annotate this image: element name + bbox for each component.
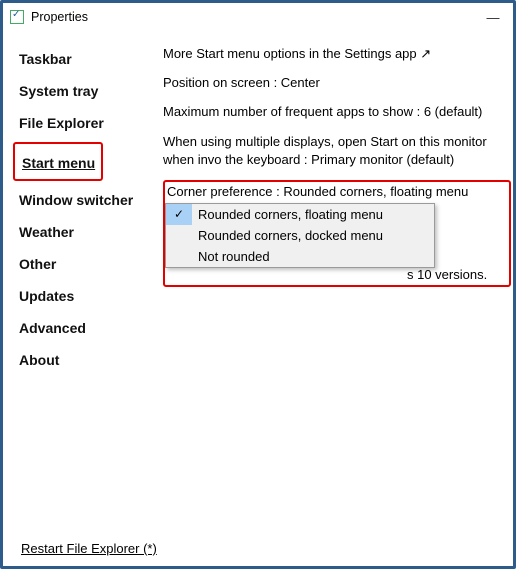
footer: Restart File Explorer (*) [21,541,157,556]
sidebar-item-window-switcher[interactable]: Window switcher [13,184,137,216]
sidebar-item-system-tray[interactable]: System tray [13,75,102,107]
window-controls: — [479,7,507,27]
minimize-button[interactable]: — [479,7,507,27]
dropdown-item-floating[interactable]: ✓ Rounded corners, floating menu [166,204,434,225]
highlight-box-sidebar: Start menu [13,142,103,181]
sidebar-item-about[interactable]: About [13,344,63,376]
sidebar-item-other[interactable]: Other [13,248,60,280]
option-label: More Start menu options in the Settings … [163,46,417,61]
dropdown-label: Rounded corners, floating menu [192,207,383,222]
title-bar: Properties — [3,3,513,31]
sidebar-item-updates[interactable]: Updates [13,280,78,312]
sidebar-item-taskbar[interactable]: Taskbar [13,43,76,75]
check-column: ✓ [166,204,192,225]
obscured-text: s 10 versions. [165,267,509,282]
dropdown-item-not-rounded[interactable]: Not rounded [166,246,434,267]
window-title: Properties [31,10,88,24]
sidebar-item-file-explorer[interactable]: File Explorer [13,107,108,139]
app-icon [9,9,25,25]
sidebar-item-weather[interactable]: Weather [13,216,78,248]
dropdown-item-docked[interactable]: Rounded corners, docked menu [166,225,434,246]
main-panel: More Start menu options in the Settings … [155,31,513,536]
option-more-settings[interactable]: More Start menu options in the Settings … [163,45,511,63]
sidebar-item-advanced[interactable]: Advanced [13,312,90,344]
corner-dropdown: ✓ Rounded corners, floating menu Rounded… [165,203,435,268]
restart-explorer-link[interactable]: Restart File Explorer (*) [21,541,157,556]
dropdown-label: Rounded corners, docked menu [192,228,383,243]
dropdown-label: Not rounded [192,249,270,264]
content-area: Taskbar System tray File Explorer Start … [3,31,513,536]
sidebar-item-start-menu[interactable]: Start menu [16,147,99,179]
highlight-box-corner: Corner preference : Rounded corners, flo… [163,180,511,287]
check-column [166,246,192,267]
option-max-apps[interactable]: Maximum number of frequent apps to show … [163,103,511,121]
check-icon: ✓ [174,207,184,221]
option-multi-display[interactable]: When using multiple displays, open Start… [163,133,511,169]
external-link-icon: ↗ [420,46,431,61]
check-column [166,225,192,246]
sidebar: Taskbar System tray File Explorer Start … [3,31,155,536]
obscured-text-tail: s 10 versions. [407,267,487,282]
option-corner-preference[interactable]: Corner preference : Rounded corners, flo… [165,184,509,201]
option-position[interactable]: Position on screen : Center [163,74,511,92]
